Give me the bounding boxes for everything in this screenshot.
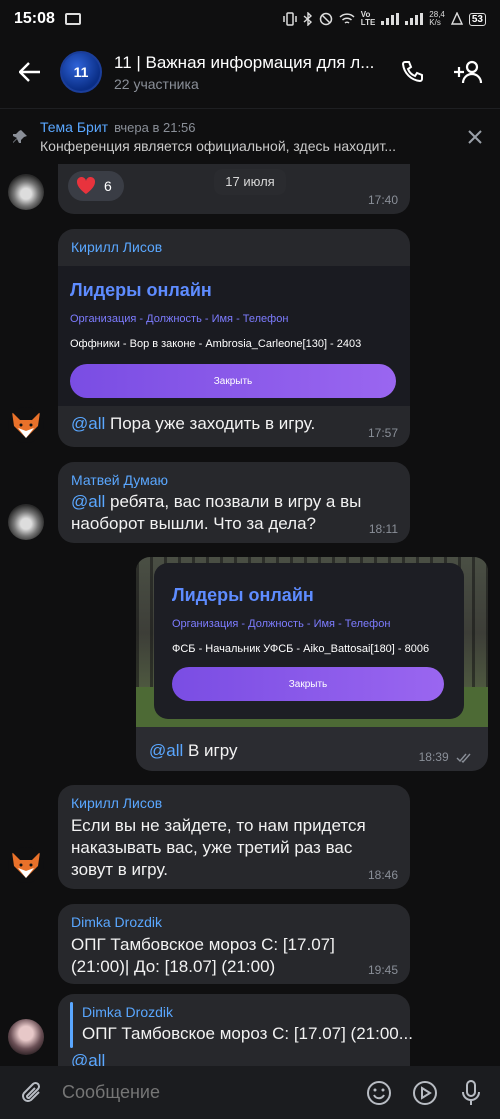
message-text: @all Пора уже заходить в игру. (71, 414, 316, 433)
chat-avatar[interactable]: 11 (60, 51, 102, 93)
vibrate-icon (283, 12, 297, 26)
card-row: Оффники - Вор в законе - Ambrosia_Carleo… (70, 338, 362, 350)
mention-link[interactable]: @all (71, 1051, 105, 1066)
reaction-chip[interactable]: 6 (68, 171, 124, 201)
status-icons: Vo LTE 28,4 K/s 53 (283, 11, 486, 27)
avatar[interactable] (8, 174, 44, 210)
read-checks-icon (456, 753, 471, 763)
unpin-button[interactable] (450, 129, 500, 144)
message-time: 19:45 (367, 963, 398, 977)
message-author[interactable]: Кирилл Лисов (71, 239, 162, 255)
phone-icon (401, 61, 423, 83)
smile-icon (367, 1080, 391, 1105)
message-input[interactable] (62, 1082, 356, 1103)
network-speed: 28,4 K/s (429, 10, 445, 27)
message-time: 18:39 (419, 750, 472, 764)
message-time: 17:40 (367, 193, 398, 207)
video-message-button[interactable] (402, 1080, 448, 1106)
card-row: ФСБ - Начальник УФСБ - Aiko_Battosai[180… (172, 643, 430, 655)
message-author[interactable]: Кирилл Лисов (71, 795, 162, 811)
avatar[interactable] (8, 1019, 44, 1055)
card-close-button: Закрыть (172, 667, 444, 701)
status-time: 15:08 (14, 10, 55, 27)
card-title: Лидеры онлайн (70, 280, 212, 300)
message-text: ОПГ Тамбовское мороз С: [17.07] (21:00)|… (71, 935, 335, 976)
fox-avatar-icon (12, 412, 40, 438)
chat-header: 11 11 | Важная информация для л... 22 уч… (0, 38, 500, 106)
heart-icon (76, 177, 96, 194)
message-image[interactable]: Лидеры онлайн Организация - Должность - … (136, 557, 488, 727)
message-text: @all В игру (149, 741, 238, 760)
activity-icon (64, 13, 81, 25)
message-list[interactable]: 6 17:40 17 июля Кирилл Лисов Лидеры онла… (0, 164, 500, 1066)
mention-link[interactable]: @all (71, 414, 105, 433)
add-user-icon (454, 60, 483, 84)
message-text: @all (71, 1050, 105, 1066)
pinned-author: Тема Брит (40, 119, 109, 135)
message-time: 18:46 (367, 868, 398, 882)
reply-indicator (70, 1002, 73, 1048)
message-bubble[interactable]: Матвей Думаю @all ребята, вас позвали в … (58, 462, 410, 543)
card-title: Лидеры онлайн (172, 585, 314, 605)
dnd-icon (319, 12, 333, 26)
message-bubble[interactable]: Dimka Drozdik ОПГ Тамбовское мороз С: [1… (58, 904, 410, 984)
wifi-icon (339, 12, 355, 24)
message-time: 17:57 (367, 426, 398, 440)
status-bar: 15:08 Vo LTE 28,4 K/s 53 (0, 0, 500, 38)
message-text: @all ребята, вас позвали в игру а вы нао… (71, 492, 362, 533)
message-bubble[interactable]: Кирилл Лисов Если вы не зайдете, то нам … (58, 785, 410, 889)
card-close-button: Закрыть (70, 364, 396, 398)
add-member-button[interactable] (440, 44, 496, 100)
reply-text[interactable]: ОПГ Тамбовское мороз С: [17.07] (21:00..… (82, 1024, 413, 1044)
mention-link[interactable]: @all (71, 492, 105, 511)
card-subtitle: Организация - Должность - Имя - Телефон (70, 313, 289, 325)
avatar[interactable] (8, 504, 44, 540)
close-icon (468, 129, 482, 144)
message-image[interactable]: Лидеры онлайн Организация - Должность - … (58, 266, 410, 406)
message-time: 18:11 (368, 522, 398, 536)
voice-message-button[interactable] (448, 1079, 494, 1106)
signal-icon (381, 13, 400, 25)
pinned-message[interactable]: Тема Брит вчера в 21:56 Конференция являе… (0, 108, 500, 164)
emoji-button[interactable] (356, 1080, 402, 1106)
battery-indicator: 53 (468, 12, 486, 26)
participants-count: 22 участника (114, 75, 199, 92)
date-separator: 17 июля (214, 169, 286, 195)
message-bubble[interactable]: Кирилл Лисов Лидеры онлайн Организация -… (58, 229, 410, 447)
reply-author[interactable]: Dimka Drozdik (82, 1004, 173, 1020)
message-bubble-outgoing[interactable]: Лидеры онлайн Организация - Должность - … (136, 557, 488, 771)
volte-icon: Vo LTE (360, 10, 376, 27)
message-bubble[interactable]: Dimka Drozdik ОПГ Тамбовское мороз С: [1… (58, 994, 413, 1066)
card-subtitle: Организация - Должность - Имя - Телефон (172, 618, 391, 630)
alarm-icon (450, 12, 463, 25)
avatar[interactable] (8, 847, 44, 883)
avatar[interactable] (8, 407, 44, 443)
composer (0, 1066, 500, 1119)
play-circle-icon (413, 1080, 437, 1105)
mention-link[interactable]: @all (149, 741, 183, 760)
bluetooth-icon (303, 12, 312, 26)
reaction-count: 6 (104, 178, 112, 194)
chat-title-block[interactable]: 11 | Важная информация для л... 22 участ… (114, 53, 384, 92)
back-button[interactable] (0, 38, 60, 106)
fox-avatar-icon (12, 852, 40, 878)
call-button[interactable] (384, 44, 440, 100)
attach-button[interactable] (0, 1080, 62, 1106)
pinned-text: Конференция является официальной, здесь … (40, 138, 397, 154)
arrow-left-icon (19, 62, 40, 82)
signal-2-icon (405, 13, 424, 25)
pin-icon (13, 129, 27, 143)
message-author[interactable]: Dimka Drozdik (71, 914, 162, 930)
message-text: Если вы не зайдете, то нам придется нака… (71, 816, 366, 879)
image-card: Лидеры онлайн Организация - Должность - … (154, 563, 464, 719)
paperclip-icon (22, 1081, 41, 1102)
microphone-icon (462, 1079, 480, 1105)
message-author[interactable]: Матвей Думаю (71, 472, 168, 488)
chat-avatar-text: 11 (73, 64, 89, 80)
chat-title: 11 | Важная информация для л... (114, 52, 375, 72)
pinned-time: вчера в 21:56 (114, 120, 196, 135)
